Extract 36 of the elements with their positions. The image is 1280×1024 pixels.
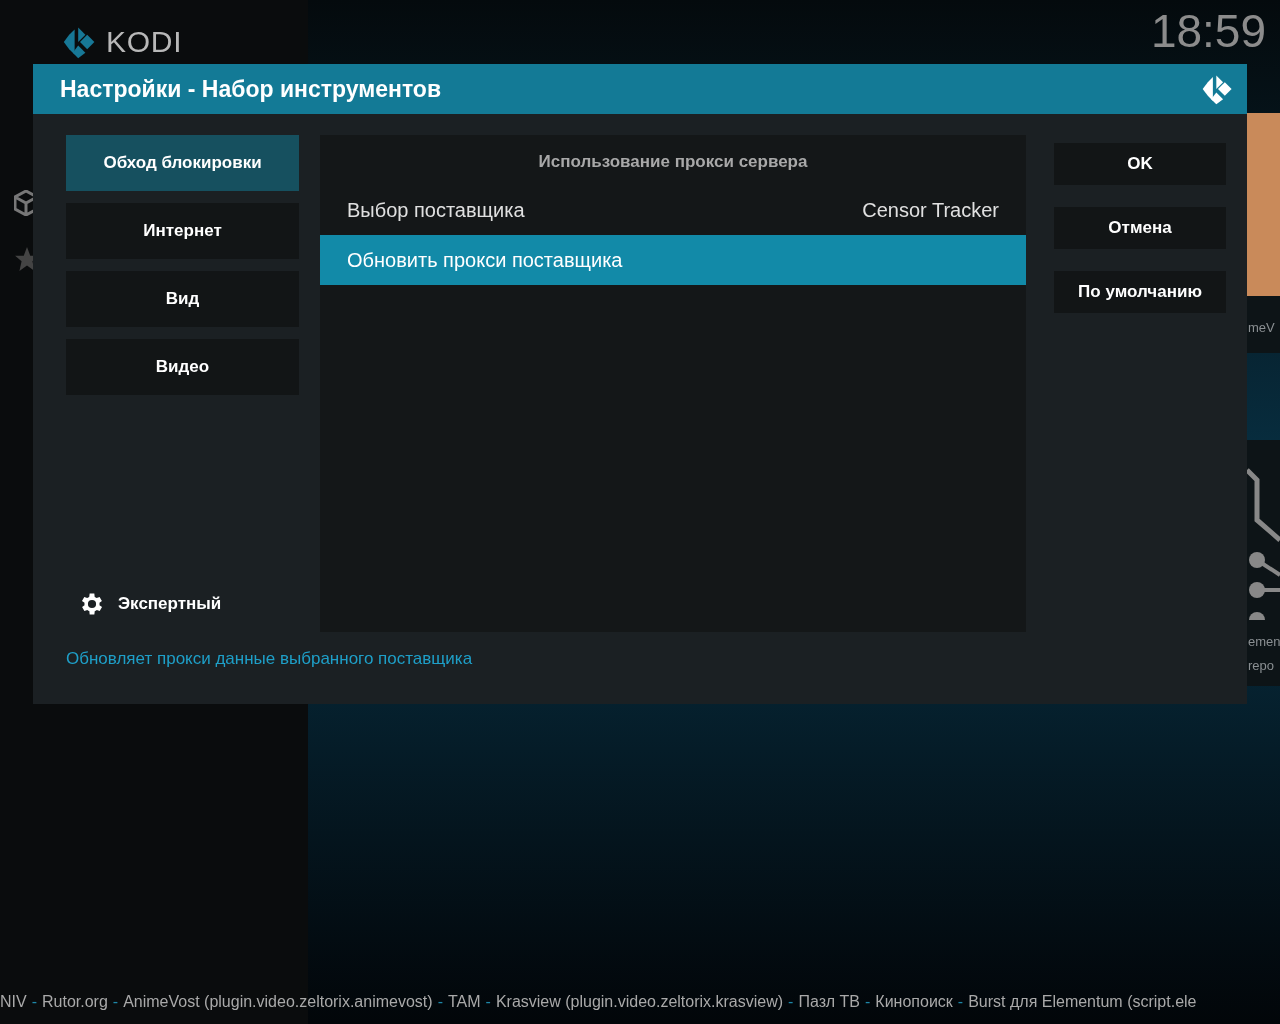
category-tab[interactable]: Интернет [66, 203, 299, 259]
ticker-separator: - [437, 992, 443, 1012]
ticker-item: Krasview (plugin.video.zeltorix.krasview) [495, 992, 784, 1012]
setting-label: Выбор поставщика [347, 197, 525, 223]
tile-label: emen [1248, 633, 1280, 651]
ticker-item: Rutor.org [42, 992, 108, 1012]
ticker-item: TAM [447, 992, 481, 1012]
dialog-title: Настройки - Набор инструментов [60, 74, 442, 104]
logo-text: KODI [106, 27, 183, 57]
ticker-separator: - [485, 992, 491, 1012]
ticker-separator: - [865, 992, 871, 1012]
ticker-item: NIV [0, 992, 27, 1012]
dialog-button[interactable]: OK [1054, 143, 1226, 185]
clock: 18:59 [1150, 8, 1266, 54]
category-tab[interactable]: Вид [66, 271, 299, 327]
category-tab[interactable]: Обход блокировки [66, 135, 299, 191]
tile-label: meV [1248, 319, 1275, 337]
ticker-separator: - [112, 992, 119, 1012]
category-tab[interactable]: Видео [66, 339, 299, 395]
ticker-separator: - [788, 992, 794, 1012]
section-title: Использование прокси сервера [538, 151, 808, 173]
ticker-separator: - [957, 992, 964, 1012]
ticker-item: Пазл ТВ [798, 992, 861, 1012]
dialog-button[interactable]: По умолчанию [1054, 271, 1226, 313]
setting-label: Обновить прокси поставщика [347, 247, 623, 273]
ticker-separator: - [31, 992, 37, 1012]
setting-description: Обновляет прокси данные выбранного поставщика [66, 648, 474, 670]
dialog-button[interactable]: Отмена [1054, 207, 1226, 249]
setting-row[interactable]: Обновить прокси поставщика [320, 234, 1026, 285]
tile-label: repo [1248, 657, 1275, 675]
ticker-item: AnimeVost (plugin.video.zeltorix.animevost) [123, 992, 433, 1012]
settings-level-button[interactable]: Экспертный [78, 590, 222, 618]
setting-row[interactable]: Выбор поставщика Censor Tracker [320, 184, 1026, 235]
ticker-item: Кинопоиск [875, 992, 953, 1012]
setting-value: Censor Tracker [862, 197, 999, 223]
ticker-item: Burst для Elementum (script.ele [968, 992, 1197, 1012]
